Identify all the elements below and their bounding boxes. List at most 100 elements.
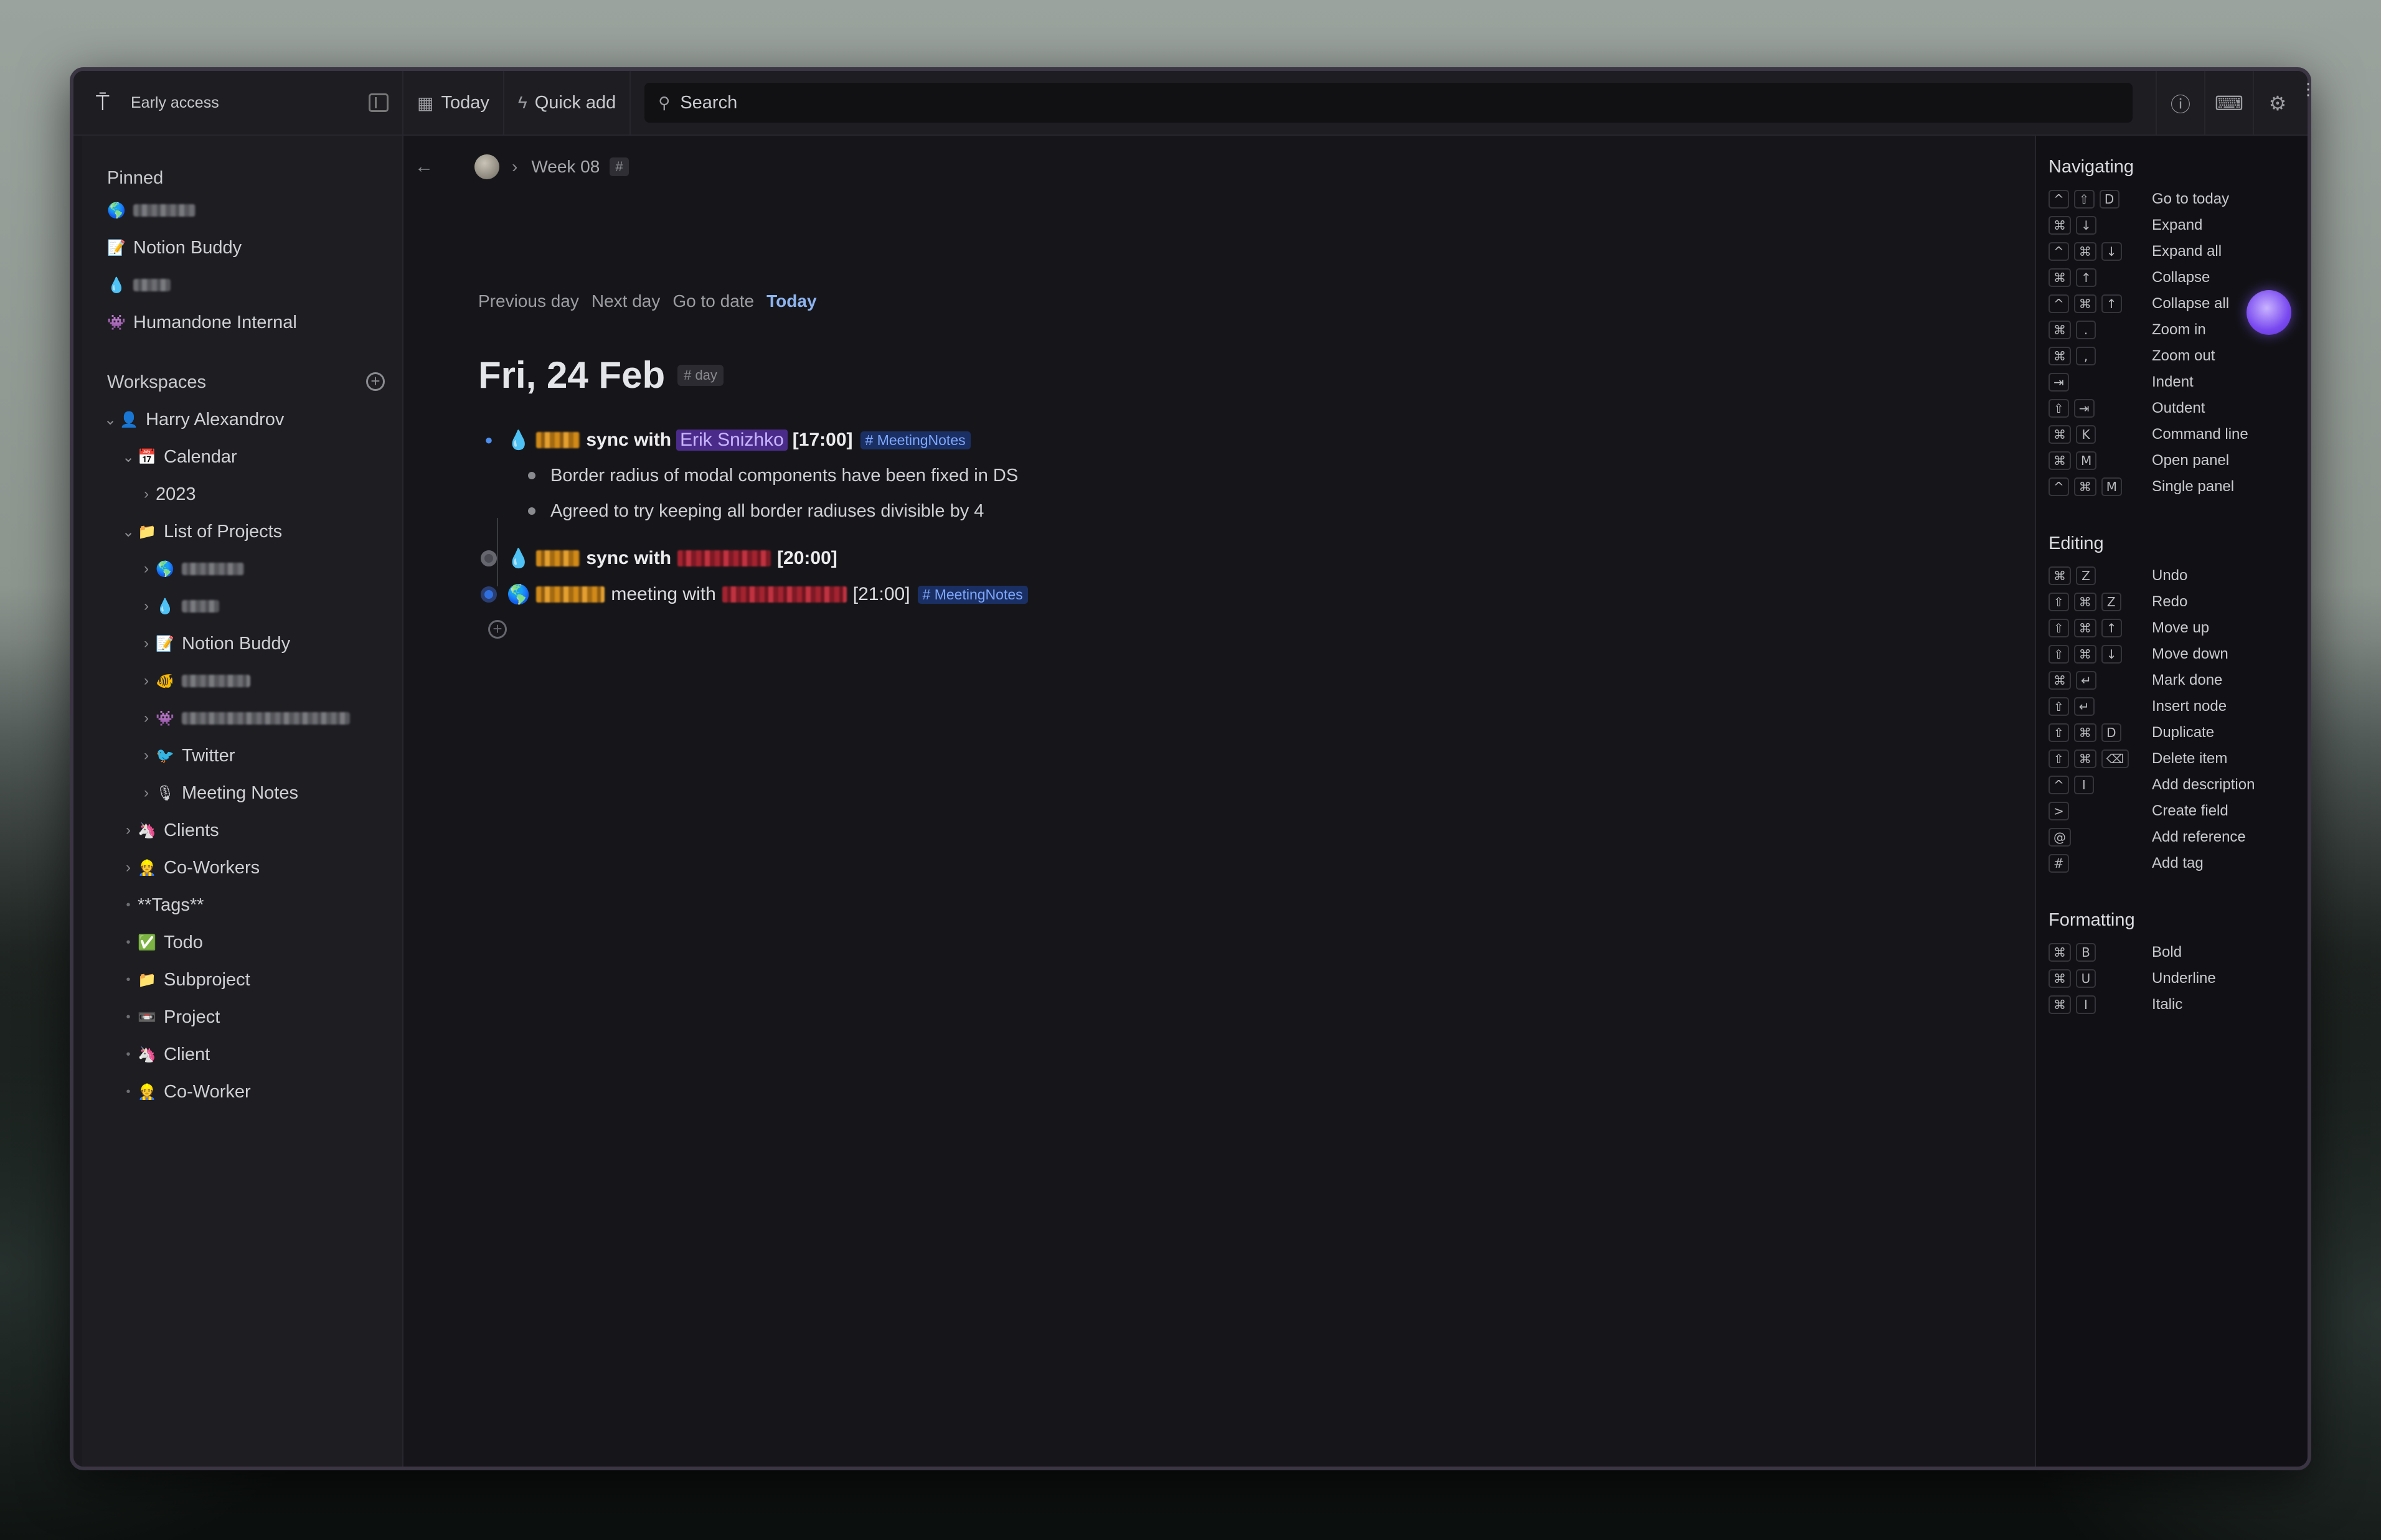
key-cap: ^: [2049, 294, 2069, 313]
collapsed-bullet-icon[interactable]: [481, 586, 497, 603]
key-cap: ^: [2049, 776, 2069, 794]
redacted-text: [536, 550, 580, 566]
bullet-icon[interactable]: ●: [478, 432, 499, 448]
sidebar-item[interactable]: • 👷 Co-Worker: [82, 1073, 402, 1110]
key-cap: Z: [2101, 593, 2121, 611]
bullet-icon[interactable]: •: [119, 1048, 138, 1062]
chevron-right-icon[interactable]: ›: [137, 747, 156, 764]
list-item[interactable]: 💧 sync with [20:00]: [478, 544, 837, 573]
chevron-down-icon[interactable]: ⌄: [119, 448, 138, 466]
bullet-icon[interactable]: •: [119, 936, 138, 950]
page-emoji-icon: 📝: [156, 635, 174, 652]
key-cap: ⇧: [2073, 190, 2095, 209]
sidebar-item[interactable]: › 🌎: [82, 550, 402, 588]
sidebar-item-label: Client: [164, 1044, 210, 1064]
list-item[interactable]: 🌎 meeting with [21:00] # MeetingNotes: [478, 580, 1028, 609]
previous-day-link[interactable]: Previous day: [478, 291, 579, 311]
sidebar-item[interactable]: › 🦄 Clients: [82, 812, 402, 849]
sidebar-item[interactable]: • 📼 Project: [82, 998, 402, 1036]
bullet-icon[interactable]: •: [119, 1085, 138, 1099]
sidebar-item[interactable]: • 📁 Subproject: [82, 961, 402, 998]
sidebar-item[interactable]: › 📝 Notion Buddy: [82, 625, 402, 662]
today-link[interactable]: Today: [766, 291, 816, 311]
sidebar-item[interactable]: › 2023: [82, 476, 402, 513]
sidebar-item[interactable]: › 🎙 Meeting Notes: [82, 774, 402, 812]
chevron-right-icon[interactable]: ›: [137, 710, 156, 727]
chevron-right-icon[interactable]: ›: [137, 672, 156, 690]
shortcut-label: Single panel: [2152, 478, 2235, 495]
meeting-notes-tag[interactable]: # MeetingNotes: [917, 585, 1028, 604]
sidebar-item[interactable]: 🌎: [107, 192, 402, 229]
list-item[interactable]: ● 💧 sync with Erik Snizhko [17:00] # Mee…: [478, 426, 971, 454]
sidebar-toggle-icon[interactable]: [369, 93, 389, 112]
chevron-right-icon[interactable]: ›: [137, 598, 156, 615]
bullet-icon[interactable]: [528, 472, 535, 479]
chevron-right-icon[interactable]: ›: [137, 486, 156, 503]
sidebar-item[interactable]: ⌄ 📅 Calendar: [82, 438, 402, 476]
sidebar-item[interactable]: ⌄ 📁 List of Projects: [82, 513, 402, 550]
day-tag[interactable]: # day: [677, 364, 724, 386]
shortcut-section-title: Editing: [2049, 533, 2104, 553]
today-button[interactable]: ▦ Today: [403, 71, 504, 134]
bullet-icon[interactable]: [528, 507, 535, 515]
sidebar-item[interactable]: › 👾: [82, 700, 402, 737]
sidebar-item[interactable]: › 👷 Co-Workers: [82, 849, 402, 886]
sidebar-item[interactable]: 💧: [107, 266, 402, 304]
chevron-right-icon[interactable]: ›: [137, 560, 156, 578]
keyboard-icon[interactable]: ⌨: [2204, 71, 2253, 136]
go-to-date-link[interactable]: Go to date: [672, 291, 754, 311]
bullet-icon[interactable]: •: [119, 898, 138, 913]
shortcut-label: Go to today: [2152, 190, 2230, 207]
breadcrumb-hash[interactable]: #: [610, 157, 629, 176]
shortcut-label: Expand all: [2152, 243, 2222, 260]
redacted-mention: [677, 550, 771, 566]
sidebar-item[interactable]: • **Tags**: [82, 886, 402, 924]
gear-icon[interactable]: ⚙: [2253, 71, 2301, 136]
redacted-text: [536, 586, 605, 603]
add-node-icon[interactable]: +: [488, 620, 507, 639]
meeting-notes-tag[interactable]: # MeetingNotes: [860, 431, 971, 449]
chevron-right-icon[interactable]: ›: [137, 635, 156, 652]
search-input[interactable]: ⚲ Search: [644, 83, 2133, 123]
sidebar-item[interactable]: › 🐦 Twitter: [82, 737, 402, 774]
more-dots-icon[interactable]: ⋮: [2300, 81, 2379, 97]
chevron-down-icon[interactable]: ⌄: [101, 411, 120, 429]
sidebar-item[interactable]: › 🐠: [82, 662, 402, 700]
list-item[interactable]: Agreed to try keeping all border radiuse…: [528, 497, 984, 525]
shortcut-sections: Navigating ^ ⇧ D Go to today ⌘ ↓ Expand ^ ⌘ ↓ Expan…: [2049, 157, 2308, 1018]
chevron-down-icon[interactable]: ⌄: [119, 523, 138, 541]
breadcrumb-week[interactable]: Week 08: [531, 157, 600, 177]
shortcut-label: Zoom in: [2152, 321, 2206, 338]
help-icon[interactable]: ⓘ: [2156, 71, 2204, 136]
sidebar-item[interactable]: ⌄ 👤 Harry Alexandrov: [82, 401, 402, 438]
bullet-icon[interactable]: •: [119, 1010, 138, 1025]
mention-link[interactable]: Erik Snizhko: [676, 430, 788, 451]
sidebar-item[interactable]: • 🦄 Client: [82, 1036, 402, 1073]
key-cap: ⌘: [2049, 943, 2071, 962]
redacted-mention: [722, 586, 847, 603]
key-cap: M: [2076, 451, 2097, 470]
next-day-link[interactable]: Next day: [592, 291, 661, 311]
chevron-right-icon[interactable]: ›: [137, 784, 156, 802]
chevron-right-icon[interactable]: ›: [119, 859, 138, 876]
chevron-right-icon[interactable]: ›: [119, 822, 138, 839]
sidebar-item[interactable]: 📝 Notion Buddy: [107, 229, 402, 266]
back-arrow-icon[interactable]: ←: [415, 156, 440, 177]
sidebar-item[interactable]: • ✅ Todo: [82, 924, 402, 961]
main-content: ← › Week 08 # Previous day Next day Go t…: [403, 136, 2035, 1467]
assistant-orb-icon[interactable]: [2247, 290, 2291, 335]
bullet-icon[interactable]: •: [119, 973, 138, 987]
list-item[interactable]: Border radius of modal components have b…: [528, 462, 1018, 489]
key-cap: ⌘: [2073, 242, 2096, 261]
key-cap: ↑: [2076, 268, 2096, 287]
shortcut-keys: ⇧ ⌘ ⌫: [2049, 749, 2152, 768]
collapsed-bullet-icon[interactable]: [481, 550, 497, 566]
page-emoji-icon: 👷: [138, 859, 156, 876]
redacted-label: [182, 675, 250, 687]
add-workspace-icon[interactable]: +: [366, 372, 385, 391]
sidebar-item[interactable]: 👾 Humandone Internal: [107, 304, 402, 341]
avatar[interactable]: [474, 154, 499, 179]
shortcut-row: ⌘, Zoom out: [2049, 343, 2308, 369]
sidebar-item[interactable]: › 💧: [82, 588, 402, 625]
quick-add-button[interactable]: ϟ Quick add: [504, 71, 631, 134]
